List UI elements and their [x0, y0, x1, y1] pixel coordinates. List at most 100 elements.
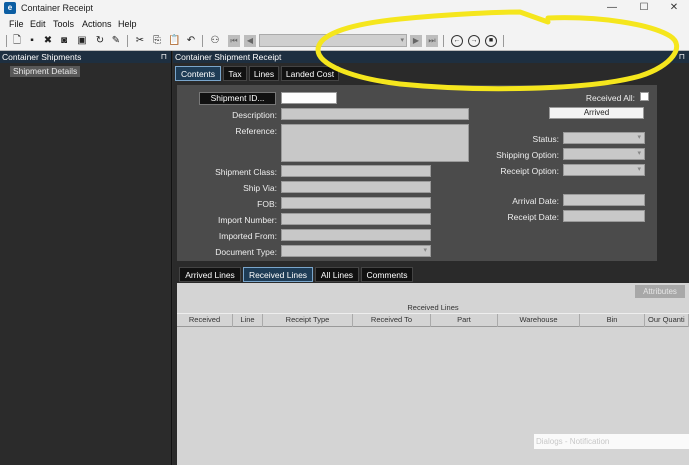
shipment-id-field[interactable] — [281, 92, 337, 104]
menu-help[interactable]: Help — [118, 19, 137, 29]
shipping-option-dropdown[interactable] — [563, 148, 645, 160]
app-window: e Container Receipt — ☐ ✕ File Edit Tool… — [0, 0, 689, 465]
menu-tools[interactable]: Tools — [53, 19, 74, 29]
minimize-button[interactable]: — — [602, 2, 622, 14]
column-header-bin[interactable]: Bin — [580, 314, 645, 327]
shipment-form: Shipment ID... Description: Reference: S… — [177, 85, 657, 261]
received-all-checkbox[interactable] — [640, 92, 649, 101]
fob-field[interactable] — [281, 197, 431, 209]
tab-landed-cost[interactable]: Landed Cost — [281, 66, 339, 81]
previous-record-icon[interactable]: ◀ — [244, 35, 256, 47]
column-header-received[interactable]: Received — [177, 314, 233, 327]
record-selector-combo[interactable]: ▾ — [259, 34, 407, 47]
grid-title: Received Lines — [177, 302, 689, 314]
shipping-option-label: Shipping Option: — [496, 150, 559, 160]
binoculars-search-icon[interactable]: ◙ — [58, 35, 70, 47]
app-logo-icon: e — [4, 2, 16, 14]
forward-circle-icon[interactable]: → — [468, 35, 480, 47]
tab-contents[interactable]: Contents — [175, 66, 221, 81]
left-panel-header: Container Shipments ⊓ — [0, 51, 171, 63]
left-panel-title: Container Shipments — [2, 52, 82, 62]
column-header-received-to[interactable]: Received To — [353, 314, 431, 327]
ship-via-field[interactable] — [281, 181, 431, 193]
arrived-button[interactable]: Arrived — [549, 107, 644, 119]
next-record-icon[interactable]: ▶ — [410, 35, 422, 47]
reference-field[interactable] — [281, 124, 469, 162]
tab-received-lines[interactable]: Received Lines — [243, 267, 313, 282]
column-header-our-quantity[interactable]: Our Quanti — [645, 314, 689, 327]
left-panel: Container Shipments ⊓ Shipment Details — [0, 51, 172, 465]
back-circle-icon[interactable]: ← — [451, 35, 463, 47]
tree-item-shipment-details[interactable]: Shipment Details — [10, 66, 81, 77]
right-panel-header: Container Shipment Receipt ⊓ — [173, 51, 689, 63]
attributes-button[interactable]: Attributes — [635, 285, 685, 298]
undo-icon[interactable]: ↶ — [185, 35, 197, 47]
receipt-date-field[interactable] — [563, 210, 645, 222]
close-button[interactable]: ✕ — [664, 2, 684, 14]
menu-actions[interactable]: Actions — [82, 19, 112, 29]
menu-bar: File Edit Tools Actions Help — [0, 17, 689, 31]
receipt-date-label: Receipt Date: — [507, 212, 560, 222]
tab-arrived-lines[interactable]: Arrived Lines — [179, 267, 241, 282]
notification-toast[interactable]: Dialogs - Notification — [534, 434, 689, 449]
received-all-label: Received All: — [585, 93, 635, 103]
imported-from-label: Imported From: — [218, 231, 277, 241]
grid-header-row: Received Line Receipt Type Received To P… — [177, 314, 689, 327]
copy-icon[interactable]: ⎘ — [151, 35, 163, 47]
last-record-icon[interactable]: ⏭ — [426, 35, 438, 47]
tab-all-lines[interactable]: All Lines — [315, 267, 359, 282]
refresh-icon[interactable]: ↻ — [94, 35, 106, 47]
column-header-receipt-type[interactable]: Receipt Type — [263, 314, 353, 327]
document-type-label: Document Type: — [215, 247, 277, 257]
document-type-dropdown[interactable] — [281, 245, 431, 257]
column-header-line[interactable]: Line — [233, 314, 263, 327]
ship-via-label: Ship Via: — [243, 183, 277, 193]
menu-file[interactable]: File — [9, 19, 24, 29]
first-record-icon[interactable]: ⏮ — [228, 35, 240, 47]
fob-label: FOB: — [257, 199, 277, 209]
tab-comments[interactable]: Comments — [361, 267, 413, 282]
new-file-icon[interactable]: 🗋 — [11, 35, 23, 47]
save-icon[interactable]: ▪ — [26, 35, 38, 47]
toolbar-separator — [443, 35, 444, 47]
window-title: Container Receipt — [21, 3, 94, 13]
receipt-option-dropdown[interactable] — [563, 164, 645, 176]
shipment-class-label: Shipment Class: — [215, 167, 277, 177]
tab-lines[interactable]: Lines — [249, 66, 279, 81]
reference-label: Reference: — [235, 126, 277, 136]
import-number-field[interactable] — [281, 213, 431, 225]
toolbar-grip — [6, 35, 7, 47]
right-panel: Container Shipment Receipt ⊓ Contents Ta… — [173, 51, 689, 465]
shipment-id-button[interactable]: Shipment ID... — [199, 92, 276, 105]
paste-icon[interactable]: 📋 — [168, 35, 180, 47]
column-header-warehouse[interactable]: Warehouse — [498, 314, 580, 327]
column-header-part[interactable]: Part — [431, 314, 498, 327]
pin-icon[interactable]: ⊓ — [161, 51, 167, 63]
menu-edit[interactable]: Edit — [30, 19, 46, 29]
toolbar-separator — [503, 35, 504, 47]
binoculars-icon[interactable]: ⚇ — [209, 35, 221, 47]
status-dropdown[interactable] — [563, 132, 645, 144]
title-bar: e Container Receipt — ☐ ✕ — [0, 0, 689, 17]
import-number-label: Import Number: — [217, 215, 277, 225]
cut-icon[interactable]: ✂ — [134, 35, 146, 47]
arrival-date-field[interactable] — [563, 194, 645, 206]
pin-icon[interactable]: ⊓ — [679, 51, 685, 63]
maximize-button[interactable]: ☐ — [634, 2, 654, 14]
receipt-option-label: Receipt Option: — [500, 166, 559, 176]
delete-x-icon[interactable]: ✖ — [42, 35, 54, 47]
imported-from-field[interactable] — [281, 229, 431, 241]
attachment-icon[interactable]: ▣ — [76, 35, 88, 47]
description-label: Description: — [232, 110, 277, 120]
chevron-down-icon: ▾ — [400, 37, 404, 44]
toolbar-separator — [127, 35, 128, 47]
description-field[interactable] — [281, 108, 469, 120]
arrival-date-label: Arrival Date: — [512, 196, 559, 206]
clear-brush-icon[interactable]: ✎ — [110, 35, 122, 47]
shipment-class-field[interactable] — [281, 165, 431, 177]
toolbar-separator — [202, 35, 203, 47]
home-circle-icon[interactable]: ■ — [485, 35, 497, 47]
right-panel-title: Container Shipment Receipt — [175, 52, 282, 62]
status-label: Status: — [532, 134, 559, 144]
tab-tax[interactable]: Tax — [223, 66, 247, 81]
